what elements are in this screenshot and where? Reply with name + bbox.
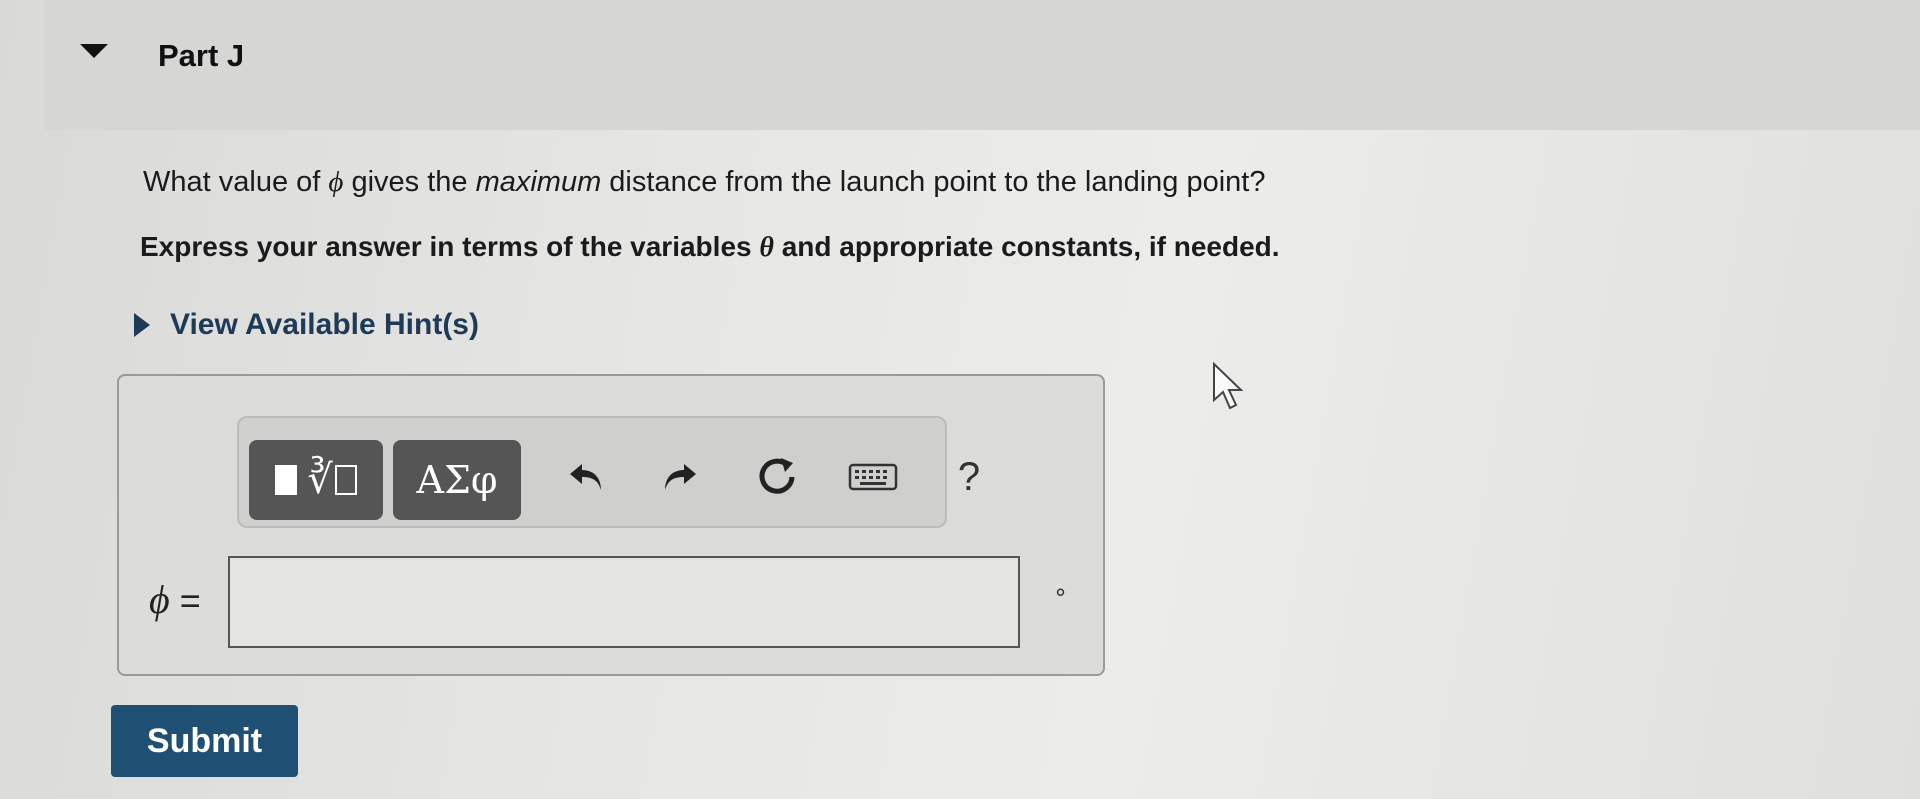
question-text-after: distance from the launch point to the la…: [601, 166, 1266, 198]
redo-icon: [665, 464, 696, 490]
answer-panel: ∛ ΑΣφ ? ϕ = ∘: [117, 374, 1105, 676]
equals-sign: =: [169, 580, 201, 621]
question-phi-symbol: ϕ: [328, 166, 344, 198]
answer-phi-symbol: ϕ: [149, 577, 170, 622]
view-hints-toggle[interactable]: View Available Hint(s): [134, 308, 479, 342]
question-text-before: What value of: [143, 166, 329, 198]
keyboard-icon: [848, 463, 898, 491]
redo-button[interactable]: [649, 446, 709, 508]
submit-button[interactable]: Submit: [111, 705, 298, 777]
help-button[interactable]: ?: [939, 446, 999, 508]
part-title: Part J: [158, 38, 245, 73]
greek-symbols-button[interactable]: ΑΣφ: [393, 440, 521, 520]
instruction-text-after: and appropriate constants, if needed.: [773, 231, 1280, 262]
undo-button[interactable]: [557, 446, 617, 508]
reset-icon: [759, 458, 795, 494]
root-template-icon: ∛: [307, 457, 333, 503]
instruction-text: Express your answer in terms of the vari…: [140, 231, 1280, 264]
view-hints-label: View Available Hint(s): [170, 308, 479, 341]
placeholder-box-icon: [334, 465, 357, 495]
question-emphasis: maximum: [475, 166, 602, 198]
part-header: [44, 0, 1920, 130]
degree-unit: ∘: [1053, 579, 1069, 606]
answer-variable-label: ϕ =: [149, 576, 201, 623]
keyboard-button[interactable]: [843, 446, 903, 508]
question-text-middle: gives the: [343, 166, 476, 198]
collapse-triangle-icon[interactable]: [80, 44, 108, 58]
expand-triangle-icon: [134, 313, 150, 337]
question-text: What value of ϕ gives the maximum distan…: [143, 166, 1265, 199]
templates-button[interactable]: ∛: [249, 440, 383, 520]
instruction-theta-symbol: θ: [759, 232, 774, 263]
mouse-pointer-icon: [1213, 361, 1244, 410]
answer-input[interactable]: [228, 556, 1020, 648]
undo-icon: [570, 464, 601, 490]
math-toolbar: ∛ ΑΣφ ?: [237, 416, 980, 528]
reset-button[interactable]: [747, 446, 807, 508]
templates-icon: [275, 465, 298, 495]
instruction-text-before: Express your answer in terms of the vari…: [140, 231, 760, 262]
